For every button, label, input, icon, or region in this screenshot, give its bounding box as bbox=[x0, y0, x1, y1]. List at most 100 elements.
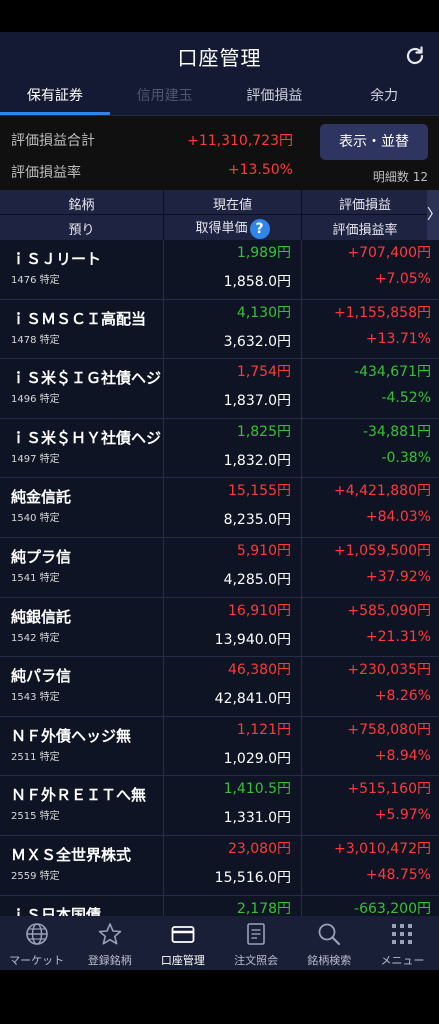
acquisition-price: 1,837.0円 bbox=[223, 393, 291, 410]
holding-code: 1540 特定 bbox=[11, 513, 60, 525]
table-row[interactable]: ＭＸＳ全世界株式 2559 特定 23,080円 15,516.0円 +3,010,47… bbox=[0, 836, 439, 896]
valuation-pl: +1,155,858円 bbox=[334, 304, 431, 321]
table-row[interactable]: 純プラ信 1541 特定 5,910円 4,285.0円 +1,059,500円 +37.… bbox=[0, 538, 439, 598]
nav-item-label: 登録銘柄 bbox=[87, 954, 132, 967]
column-header: 銘柄 預り 現在値 取得単価? 評価損益 評価損益率 〉 bbox=[0, 190, 439, 240]
current-price: 23,080円 bbox=[228, 841, 291, 857]
chevron-right-icon[interactable]: 〉 bbox=[427, 190, 439, 240]
holding-name: 純銀信託 bbox=[11, 607, 72, 626]
star-icon bbox=[98, 923, 122, 945]
total-pl-label: 評価損益合計 bbox=[11, 133, 95, 149]
valuation-rate: +21.31% bbox=[365, 628, 431, 645]
holding-code: 1497 特定 bbox=[11, 453, 60, 465]
refresh-icon[interactable] bbox=[403, 44, 427, 68]
tab-holdings[interactable]: 保有証券 bbox=[0, 80, 110, 115]
table-row[interactable]: ＮＦ外ＲＥＩＴへ無 2515 特定 1,410.5円 1,331.0円 +515,160… bbox=[0, 776, 439, 836]
holding-code: 1543 特定 bbox=[11, 692, 60, 704]
holding-code: 2515 特定 bbox=[11, 811, 60, 823]
table-row[interactable]: ＮＦ外債ヘッジ無 2511 特定 1,121円 1,029.0円 +758,080円 +8… bbox=[0, 716, 439, 777]
acquisition-price: 3,632.0円 bbox=[223, 333, 291, 350]
valuation-pl: +515,160円 bbox=[347, 781, 431, 798]
status-bar bbox=[0, 0, 439, 32]
col-account: 預り bbox=[68, 223, 95, 238]
holding-name: 純パラ信 bbox=[11, 667, 72, 686]
holding-name: 純プラ信 bbox=[11, 548, 72, 566]
summary-panel: 評価損益合計 +11,310,723円 評価損益率 +13.50% 表示・並替 … bbox=[0, 116, 439, 190]
current-price: 1,121円 bbox=[236, 721, 291, 738]
holding-code: 1478 特定 bbox=[11, 334, 60, 346]
valuation-pl: +758,080円 bbox=[347, 721, 431, 738]
acquisition-price: 1,832.0円 bbox=[223, 452, 291, 469]
valuation-rate: +8.94% bbox=[374, 747, 431, 764]
tab-valuation[interactable]: 評価損益 bbox=[220, 80, 330, 115]
display-sort-button[interactable]: 表示・並替 bbox=[320, 124, 428, 160]
acquisition-price: 1,858.0円 bbox=[223, 274, 291, 290]
holding-code: 1476 特定 bbox=[11, 275, 60, 286]
holding-name: ｉＳＭＳＣＩ高配当 bbox=[11, 309, 147, 328]
holding-code: 1496 特定 bbox=[11, 394, 60, 406]
nav-item-label: 銘柄検索 bbox=[307, 954, 352, 967]
acquisition-price: 1,331.0円 bbox=[223, 810, 291, 827]
col-cost: 取得単価? bbox=[164, 217, 301, 239]
valuation-pl: -434,671円 bbox=[354, 364, 431, 381]
current-price: 1,410.5円 bbox=[223, 781, 291, 798]
total-pl-value: +11,310,723円 bbox=[187, 133, 293, 149]
table-row[interactable]: ｉＳＪリート 1476 特定 1,989円 1,858.0円 +707,400円 +7.0… bbox=[0, 240, 439, 300]
current-price: 4,130円 bbox=[236, 304, 291, 321]
table-row[interactable]: 純金信託 1540 特定 15,155円 8,235.0円 +4,421,880円 +84… bbox=[0, 478, 439, 538]
acquisition-price: 1,029.0円 bbox=[223, 750, 291, 767]
pl-rate-label: 評価損益率 bbox=[11, 165, 81, 181]
table-row[interactable]: ｉＳ日本国債 2,178円 -663,200円 bbox=[0, 895, 439, 916]
bottom-nav: マーケット 登録銘柄 口座管理 注文照会 銘柄検索 メニュー bbox=[0, 916, 439, 970]
nav-item-card[interactable]: 口座管理 bbox=[146, 916, 219, 970]
nav-item-search[interactable]: 銘柄検索 bbox=[293, 916, 366, 970]
current-price: 1,989円 bbox=[236, 245, 291, 261]
app-header: 口座管理 bbox=[0, 32, 439, 80]
table-row[interactable]: 純パラ信 1543 特定 46,380円 42,841.0円 +230,035円 +8.2… bbox=[0, 657, 439, 717]
search-icon bbox=[318, 923, 341, 946]
valuation-pl: +707,400円 bbox=[347, 245, 431, 261]
current-price: 1,754円 bbox=[236, 364, 291, 381]
holding-name: ＮＦ外ＲＥＩＴへ無 bbox=[11, 786, 147, 805]
help-icon[interactable]: ? bbox=[249, 218, 270, 239]
current-price: 2,178円 bbox=[236, 900, 291, 916]
document-icon bbox=[247, 923, 265, 945]
current-price: 1,825円 bbox=[236, 423, 291, 440]
nav-item-document[interactable]: 注文照会 bbox=[220, 916, 293, 970]
valuation-rate: +8.26% bbox=[374, 688, 431, 705]
tab-margin-positions[interactable]: 信用建玉 bbox=[110, 80, 220, 115]
grid-menu-icon bbox=[392, 924, 413, 944]
valuation-rate: +5.97% bbox=[374, 807, 431, 824]
col-price: 現在値 bbox=[212, 198, 252, 213]
detail-count: 明細数 12 bbox=[372, 170, 428, 184]
valuation-rate: -4.52% bbox=[381, 390, 431, 407]
table-row[interactable]: ｉＳＭＳＣＩ高配当 1478 特定 4,130円 3,632.0円 +1,155,858… bbox=[0, 299, 439, 360]
valuation-pl: +230,035円 bbox=[347, 662, 431, 679]
holding-name: ＮＦ外債ヘッジ無 bbox=[11, 726, 132, 745]
current-price: 15,155円 bbox=[228, 483, 291, 500]
nav-item-globe[interactable]: マーケット bbox=[0, 916, 73, 970]
tab-buying-power[interactable]: 余力 bbox=[329, 80, 439, 115]
col-name: 銘柄 bbox=[68, 198, 95, 213]
nav-item-grid-menu[interactable]: メニュー bbox=[366, 916, 439, 970]
table-row[interactable]: 純銀信託 1542 特定 16,910円 13,940.0円 +585,090円 +21.… bbox=[0, 597, 439, 658]
holding-name: 純金信託 bbox=[11, 488, 72, 507]
valuation-rate: +48.75% bbox=[365, 867, 431, 883]
holding-name: ｉＳＪリート bbox=[11, 250, 102, 268]
table-row[interactable]: ｉＳ米＄ＩＧ社債ヘジ 1496 特定 1,754円 1,837.0円 -434,671円… bbox=[0, 359, 439, 419]
nav-item-star[interactable]: 登録銘柄 bbox=[73, 916, 146, 970]
holding-name: ｉＳ米＄ＨＹ社債ヘジ bbox=[11, 428, 162, 447]
tab-bar: 保有証券 信用建玉 評価損益 余力 bbox=[0, 80, 439, 116]
valuation-pl: +3,010,472円 bbox=[334, 841, 431, 857]
holding-code: 2559 特定 bbox=[11, 871, 60, 882]
holding-name: ｉＳ米＄ＩＧ社債ヘジ bbox=[11, 369, 162, 388]
system-nav-bar bbox=[0, 970, 439, 1024]
col-rate: 評価損益率 bbox=[332, 223, 398, 238]
holdings-list: ｉＳＪリート 1476 特定 1,989円 1,858.0円 +707,400円 +7.0… bbox=[0, 240, 439, 916]
table-row[interactable]: ｉＳ米＄ＨＹ社債ヘジ 1497 特定 1,825円 1,832.0円 -34,881円 -… bbox=[0, 418, 439, 479]
valuation-rate: +37.92% bbox=[365, 569, 431, 585]
card-icon bbox=[171, 926, 195, 943]
column-header-divider bbox=[0, 214, 428, 215]
valuation-rate: +7.05% bbox=[374, 271, 431, 287]
valuation-rate: +13.71% bbox=[365, 330, 431, 347]
